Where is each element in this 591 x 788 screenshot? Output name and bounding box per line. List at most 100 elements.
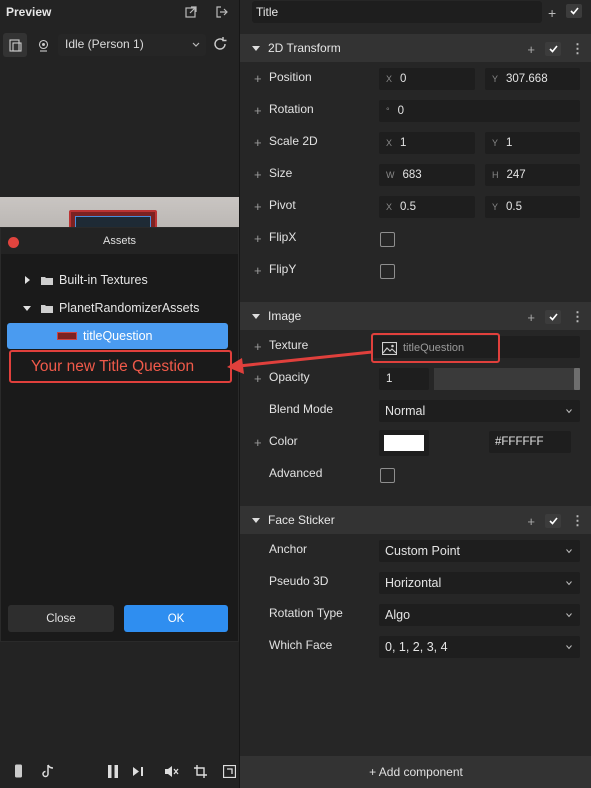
refresh-icon[interactable]: [212, 36, 228, 52]
person-select[interactable]: Idle (Person 1): [58, 34, 206, 56]
pseudo-3d-select[interactable]: Horizontal: [379, 572, 580, 594]
external-link-icon[interactable]: [185, 6, 199, 20]
assets-header: Assets: [1, 228, 238, 254]
field-value: 683: [402, 169, 422, 181]
pause-icon[interactable]: [107, 765, 119, 778]
property-which-face: Which Face 0, 1, 2, 3, 4: [240, 630, 591, 662]
more-options-icon[interactable]: ⋮: [571, 309, 584, 325]
section-2d-transform[interactable]: 2D Transform + ⋮: [240, 34, 591, 62]
property-position: + Position X 0 Y 307.668: [240, 62, 591, 94]
section-title: Face Sticker: [268, 513, 335, 527]
axis-label: X: [386, 74, 393, 84]
keyframe-add-icon[interactable]: +: [254, 135, 262, 150]
keyframe-add-icon[interactable]: +: [254, 199, 262, 214]
keyframe-add-icon[interactable]: +: [254, 103, 262, 118]
position-x-field[interactable]: X 0: [379, 68, 475, 90]
property-rotation-type: Rotation Type Algo: [240, 598, 591, 630]
enabled-checkbox[interactable]: [566, 4, 582, 18]
opacity-input[interactable]: 1: [379, 368, 429, 390]
property-label: Size: [269, 166, 293, 180]
folder-icon: [41, 304, 53, 313]
tree-item-label: titleQuestion: [83, 329, 153, 343]
section-tools: + ⋮: [527, 309, 584, 325]
tree-item-planet-randomizer-assets[interactable]: PlanetRandomizerAssets: [1, 296, 238, 320]
ok-button[interactable]: OK: [124, 605, 228, 632]
texture-callout[interactable]: titleQuestion: [371, 333, 500, 363]
section-face-sticker[interactable]: Face Sticker + ⋮: [240, 506, 591, 534]
screen-icon[interactable]: [223, 765, 236, 778]
keyframe-add-icon[interactable]: +: [254, 435, 262, 450]
simulator-icon[interactable]: [3, 33, 27, 57]
mute-icon[interactable]: [165, 766, 179, 777]
add-icon[interactable]: +: [527, 310, 535, 325]
close-button[interactable]: Close: [8, 605, 114, 632]
rotation-field[interactable]: ° 0: [379, 100, 580, 122]
section-enabled-checkbox[interactable]: [545, 310, 561, 324]
color-swatch: [384, 435, 424, 451]
scale-y-field[interactable]: Y 1: [485, 132, 580, 154]
select-value: 0, 1, 2, 3, 4: [385, 640, 448, 654]
add-icon[interactable]: +: [527, 42, 535, 57]
rotation-type-select[interactable]: Algo: [379, 604, 580, 626]
caret-down-icon[interactable]: [252, 516, 260, 524]
tree-item-built-in-textures[interactable]: Built-in Textures: [1, 268, 238, 292]
section-enabled-checkbox[interactable]: [545, 514, 561, 528]
phone-icon[interactable]: [14, 764, 23, 778]
crop-icon[interactable]: [194, 765, 207, 778]
tiktok-icon[interactable]: [42, 764, 54, 778]
exit-icon[interactable]: [216, 6, 230, 20]
camera-icon[interactable]: [31, 33, 55, 57]
axis-label: X: [386, 138, 393, 148]
size-width-field[interactable]: W 683: [379, 164, 475, 186]
keyframe-add-icon[interactable]: +: [254, 71, 262, 86]
field-value: 0: [397, 105, 405, 117]
size-height-field[interactable]: H 247: [485, 164, 580, 186]
step-forward-icon[interactable]: [133, 766, 144, 777]
tree-item-title-question[interactable]: titleQuestion: [7, 323, 228, 349]
field-value: #FFFFFF: [495, 436, 544, 448]
chevron-down-icon: [566, 645, 572, 650]
advanced-checkbox[interactable]: [380, 468, 395, 483]
flipy-checkbox[interactable]: [380, 264, 395, 279]
scale-x-field[interactable]: X 1: [379, 132, 475, 154]
which-face-select[interactable]: 0, 1, 2, 3, 4: [379, 636, 580, 658]
preview-title: Preview: [6, 5, 52, 19]
anchor-select[interactable]: Custom Point: [379, 540, 580, 562]
property-label: Position: [269, 70, 312, 84]
annotation-arrow-icon: [227, 350, 373, 374]
caret-down-icon[interactable]: [252, 44, 260, 52]
caret-down-icon[interactable]: [23, 304, 31, 312]
add-component-button[interactable]: + Add component: [240, 756, 591, 788]
opacity-slider-fill: [434, 368, 580, 390]
opacity-slider[interactable]: [434, 368, 580, 390]
tree-item-label: Built-in Textures: [59, 273, 148, 287]
blend-mode-select[interactable]: Normal: [379, 400, 580, 422]
opacity-slider-handle[interactable]: [574, 368, 580, 390]
keyframe-add-icon[interactable]: +: [254, 263, 262, 278]
section-enabled-checkbox[interactable]: [545, 42, 561, 56]
field-value: 1: [386, 373, 393, 385]
pivot-y-field[interactable]: Y 0.5: [485, 196, 580, 218]
more-options-icon[interactable]: ⋮: [571, 41, 584, 57]
chevron-down-icon: [566, 409, 572, 414]
caret-right-icon[interactable]: [23, 276, 31, 284]
pivot-x-field[interactable]: X 0.5: [379, 196, 475, 218]
property-label: Pseudo 3D: [269, 574, 329, 588]
axis-label: W: [386, 170, 395, 180]
more-options-icon[interactable]: ⋮: [571, 513, 584, 529]
add-icon[interactable]: +: [548, 5, 556, 21]
preview-header: Preview: [0, 0, 239, 26]
axis-label: °: [386, 106, 390, 116]
color-swatch-button[interactable]: [379, 430, 429, 456]
add-icon[interactable]: +: [527, 514, 535, 529]
color-hex-input[interactable]: #FFFFFF: [489, 431, 571, 453]
section-image[interactable]: Image + ⋮: [240, 302, 591, 330]
keyframe-add-icon[interactable]: +: [254, 167, 262, 182]
object-name-input[interactable]: Title: [252, 1, 542, 23]
caret-down-icon[interactable]: [252, 312, 260, 320]
position-y-field[interactable]: Y 307.668: [485, 68, 580, 90]
flipx-checkbox[interactable]: [380, 232, 395, 247]
property-label: Pivot: [269, 198, 296, 212]
field-value: 1: [400, 137, 407, 149]
keyframe-add-icon[interactable]: +: [254, 231, 262, 246]
